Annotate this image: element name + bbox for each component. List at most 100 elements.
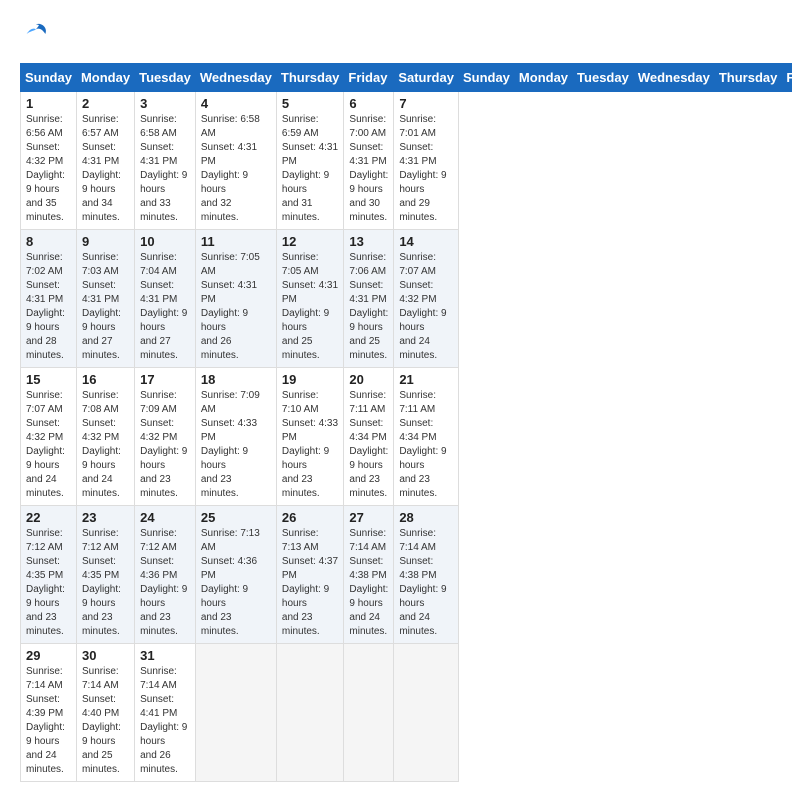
day-number: 19 (282, 372, 339, 387)
day-info: Sunrise: 7:12 AM Sunset: 4:36 PM Dayligh… (140, 527, 190, 639)
day-of-week-header: Thursday (276, 64, 344, 92)
day-number: 6 (349, 96, 388, 111)
day-number: 20 (349, 372, 388, 387)
calendar-day-cell (394, 644, 459, 782)
calendar-day-cell: 22 Sunrise: 7:12 AM Sunset: 4:35 PM Dayli… (21, 506, 77, 644)
day-number: 10 (140, 234, 190, 249)
calendar-header-row: SundayMondayTuesdayWednesdayThursdayFrid… (21, 64, 792, 92)
day-number: 25 (201, 510, 271, 525)
day-info: Sunrise: 6:59 AM Sunset: 4:31 PM Dayligh… (282, 113, 339, 225)
calendar-table: SundayMondayTuesdayWednesdayThursdayFrid… (20, 63, 792, 782)
day-number: 17 (140, 372, 190, 387)
day-info: Sunrise: 7:12 AM Sunset: 4:35 PM Dayligh… (26, 527, 71, 639)
day-info: Sunrise: 7:14 AM Sunset: 4:41 PM Dayligh… (140, 665, 190, 777)
calendar-day-cell: 29 Sunrise: 7:14 AM Sunset: 4:39 PM Dayli… (21, 644, 77, 782)
day-info: Sunrise: 7:00 AM Sunset: 4:31 PM Dayligh… (349, 113, 388, 225)
day-of-week-tuesday: Tuesday (573, 64, 634, 92)
day-number: 7 (399, 96, 453, 111)
day-info: Sunrise: 7:05 AM Sunset: 4:31 PM Dayligh… (201, 251, 271, 363)
day-info: Sunrise: 7:14 AM Sunset: 4:38 PM Dayligh… (399, 527, 453, 639)
day-number: 26 (282, 510, 339, 525)
day-number: 21 (399, 372, 453, 387)
day-info: Sunrise: 7:08 AM Sunset: 4:32 PM Dayligh… (82, 389, 129, 501)
calendar-day-cell (195, 644, 276, 782)
calendar-day-cell: 27 Sunrise: 7:14 AM Sunset: 4:38 PM Dayli… (344, 506, 394, 644)
calendar-day-cell: 25Sunrise: 7:13 AM Sunset: 4:36 PM Dayli… (195, 506, 276, 644)
day-number: 9 (82, 234, 129, 249)
calendar-week-row: 22 Sunrise: 7:12 AM Sunset: 4:35 PM Dayli… (21, 506, 792, 644)
calendar-day-cell: 26 Sunrise: 7:13 AM Sunset: 4:37 PM Dayli… (276, 506, 344, 644)
day-info: Sunrise: 6:58 AM Sunset: 4:31 PM Dayligh… (140, 113, 190, 225)
day-number: 28 (399, 510, 453, 525)
calendar-day-cell (344, 644, 394, 782)
calendar-day-cell (276, 644, 344, 782)
day-number: 11 (201, 234, 271, 249)
day-of-week-wednesday: Wednesday (633, 64, 714, 92)
day-number: 29 (26, 648, 71, 663)
day-number: 23 (82, 510, 129, 525)
calendar-day-cell: 12 Sunrise: 7:05 AM Sunset: 4:31 PM Dayli… (276, 230, 344, 368)
logo-text (20, 20, 50, 53)
calendar-day-cell: 8 Sunrise: 7:02 AM Sunset: 4:31 PM Daylig… (21, 230, 77, 368)
day-of-week-header: Monday (76, 64, 134, 92)
day-number: 13 (349, 234, 388, 249)
calendar-day-cell: 31 Sunrise: 7:14 AM Sunset: 4:41 PM Dayli… (135, 644, 196, 782)
calendar-day-cell: 13 Sunrise: 7:06 AM Sunset: 4:31 PM Dayli… (344, 230, 394, 368)
day-info: Sunrise: 7:11 AM Sunset: 4:34 PM Dayligh… (349, 389, 388, 501)
calendar-day-cell: 7 Sunrise: 7:01 AM Sunset: 4:31 PM Daylig… (394, 92, 459, 230)
calendar-day-cell: 24 Sunrise: 7:12 AM Sunset: 4:36 PM Dayli… (135, 506, 196, 644)
day-of-week-header: Tuesday (135, 64, 196, 92)
day-info: Sunrise: 7:09 AM Sunset: 4:33 PM Dayligh… (201, 389, 271, 501)
day-number: 22 (26, 510, 71, 525)
day-info: Sunrise: 7:04 AM Sunset: 4:31 PM Dayligh… (140, 251, 190, 363)
calendar-day-cell: 5 Sunrise: 6:59 AM Sunset: 4:31 PM Daylig… (276, 92, 344, 230)
calendar-day-cell: 11 Sunrise: 7:05 AM Sunset: 4:31 PM Dayli… (195, 230, 276, 368)
day-info: Sunrise: 7:03 AM Sunset: 4:31 PM Dayligh… (82, 251, 129, 363)
day-info: Sunrise: 7:06 AM Sunset: 4:31 PM Dayligh… (349, 251, 388, 363)
day-number: 5 (282, 96, 339, 111)
day-info: Sunrise: 7:14 AM Sunset: 4:39 PM Dayligh… (26, 665, 71, 777)
day-of-week-header: Saturday (394, 64, 459, 92)
day-info: Sunrise: 7:11 AM Sunset: 4:34 PM Dayligh… (399, 389, 453, 501)
calendar-week-row: 1Sunrise: 6:56 AM Sunset: 4:32 PM Daylig… (21, 92, 792, 230)
calendar-day-cell: 28 Sunrise: 7:14 AM Sunset: 4:38 PM Dayli… (394, 506, 459, 644)
calendar-day-cell: 19Sunrise: 7:10 AM Sunset: 4:33 PM Dayli… (276, 368, 344, 506)
calendar-day-cell: 1Sunrise: 6:56 AM Sunset: 4:32 PM Daylig… (21, 92, 77, 230)
day-number: 31 (140, 648, 190, 663)
day-of-week-header: Friday (344, 64, 394, 92)
calendar-day-cell: 15 Sunrise: 7:07 AM Sunset: 4:32 PM Dayli… (21, 368, 77, 506)
day-number: 27 (349, 510, 388, 525)
day-of-week-header: Wednesday (195, 64, 276, 92)
day-number: 24 (140, 510, 190, 525)
day-info: Sunrise: 7:01 AM Sunset: 4:31 PM Dayligh… (399, 113, 453, 225)
day-info: Sunrise: 7:13 AM Sunset: 4:37 PM Dayligh… (282, 527, 339, 639)
day-number: 8 (26, 234, 71, 249)
day-number: 15 (26, 372, 71, 387)
day-number: 18 (201, 372, 271, 387)
day-number: 14 (399, 234, 453, 249)
calendar-day-cell: 20 Sunrise: 7:11 AM Sunset: 4:34 PM Dayli… (344, 368, 394, 506)
day-number: 12 (282, 234, 339, 249)
day-info: Sunrise: 7:05 AM Sunset: 4:31 PM Dayligh… (282, 251, 339, 363)
day-info: Sunrise: 7:07 AM Sunset: 4:32 PM Dayligh… (399, 251, 453, 363)
day-info: Sunrise: 7:02 AM Sunset: 4:31 PM Dayligh… (26, 251, 71, 363)
day-info: Sunrise: 7:14 AM Sunset: 4:38 PM Dayligh… (349, 527, 388, 639)
day-of-week-thursday: Thursday (714, 64, 782, 92)
day-info: Sunrise: 6:57 AM Sunset: 4:31 PM Dayligh… (82, 113, 129, 225)
day-info: Sunrise: 7:07 AM Sunset: 4:32 PM Dayligh… (26, 389, 71, 501)
day-info: Sunrise: 6:58 AM Sunset: 4:31 PM Dayligh… (201, 113, 271, 225)
day-number: 4 (201, 96, 271, 111)
calendar-week-row: 29 Sunrise: 7:14 AM Sunset: 4:39 PM Dayli… (21, 644, 792, 782)
calendar-day-cell: 17Sunrise: 7:09 AM Sunset: 4:32 PM Dayli… (135, 368, 196, 506)
calendar-day-cell: 18 Sunrise: 7:09 AM Sunset: 4:33 PM Dayli… (195, 368, 276, 506)
page-header (20, 20, 772, 53)
logo (20, 20, 50, 53)
day-number: 16 (82, 372, 129, 387)
day-info: Sunrise: 7:12 AM Sunset: 4:35 PM Dayligh… (82, 527, 129, 639)
logo-bird-icon (22, 20, 50, 48)
day-info: Sunrise: 7:14 AM Sunset: 4:40 PM Dayligh… (82, 665, 129, 777)
calendar-day-cell: 23 Sunrise: 7:12 AM Sunset: 4:35 PM Dayli… (76, 506, 134, 644)
calendar-day-cell: 21 Sunrise: 7:11 AM Sunset: 4:34 PM Dayli… (394, 368, 459, 506)
calendar-day-cell: 2Sunrise: 6:57 AM Sunset: 4:31 PM Daylig… (76, 92, 134, 230)
day-number: 1 (26, 96, 71, 111)
